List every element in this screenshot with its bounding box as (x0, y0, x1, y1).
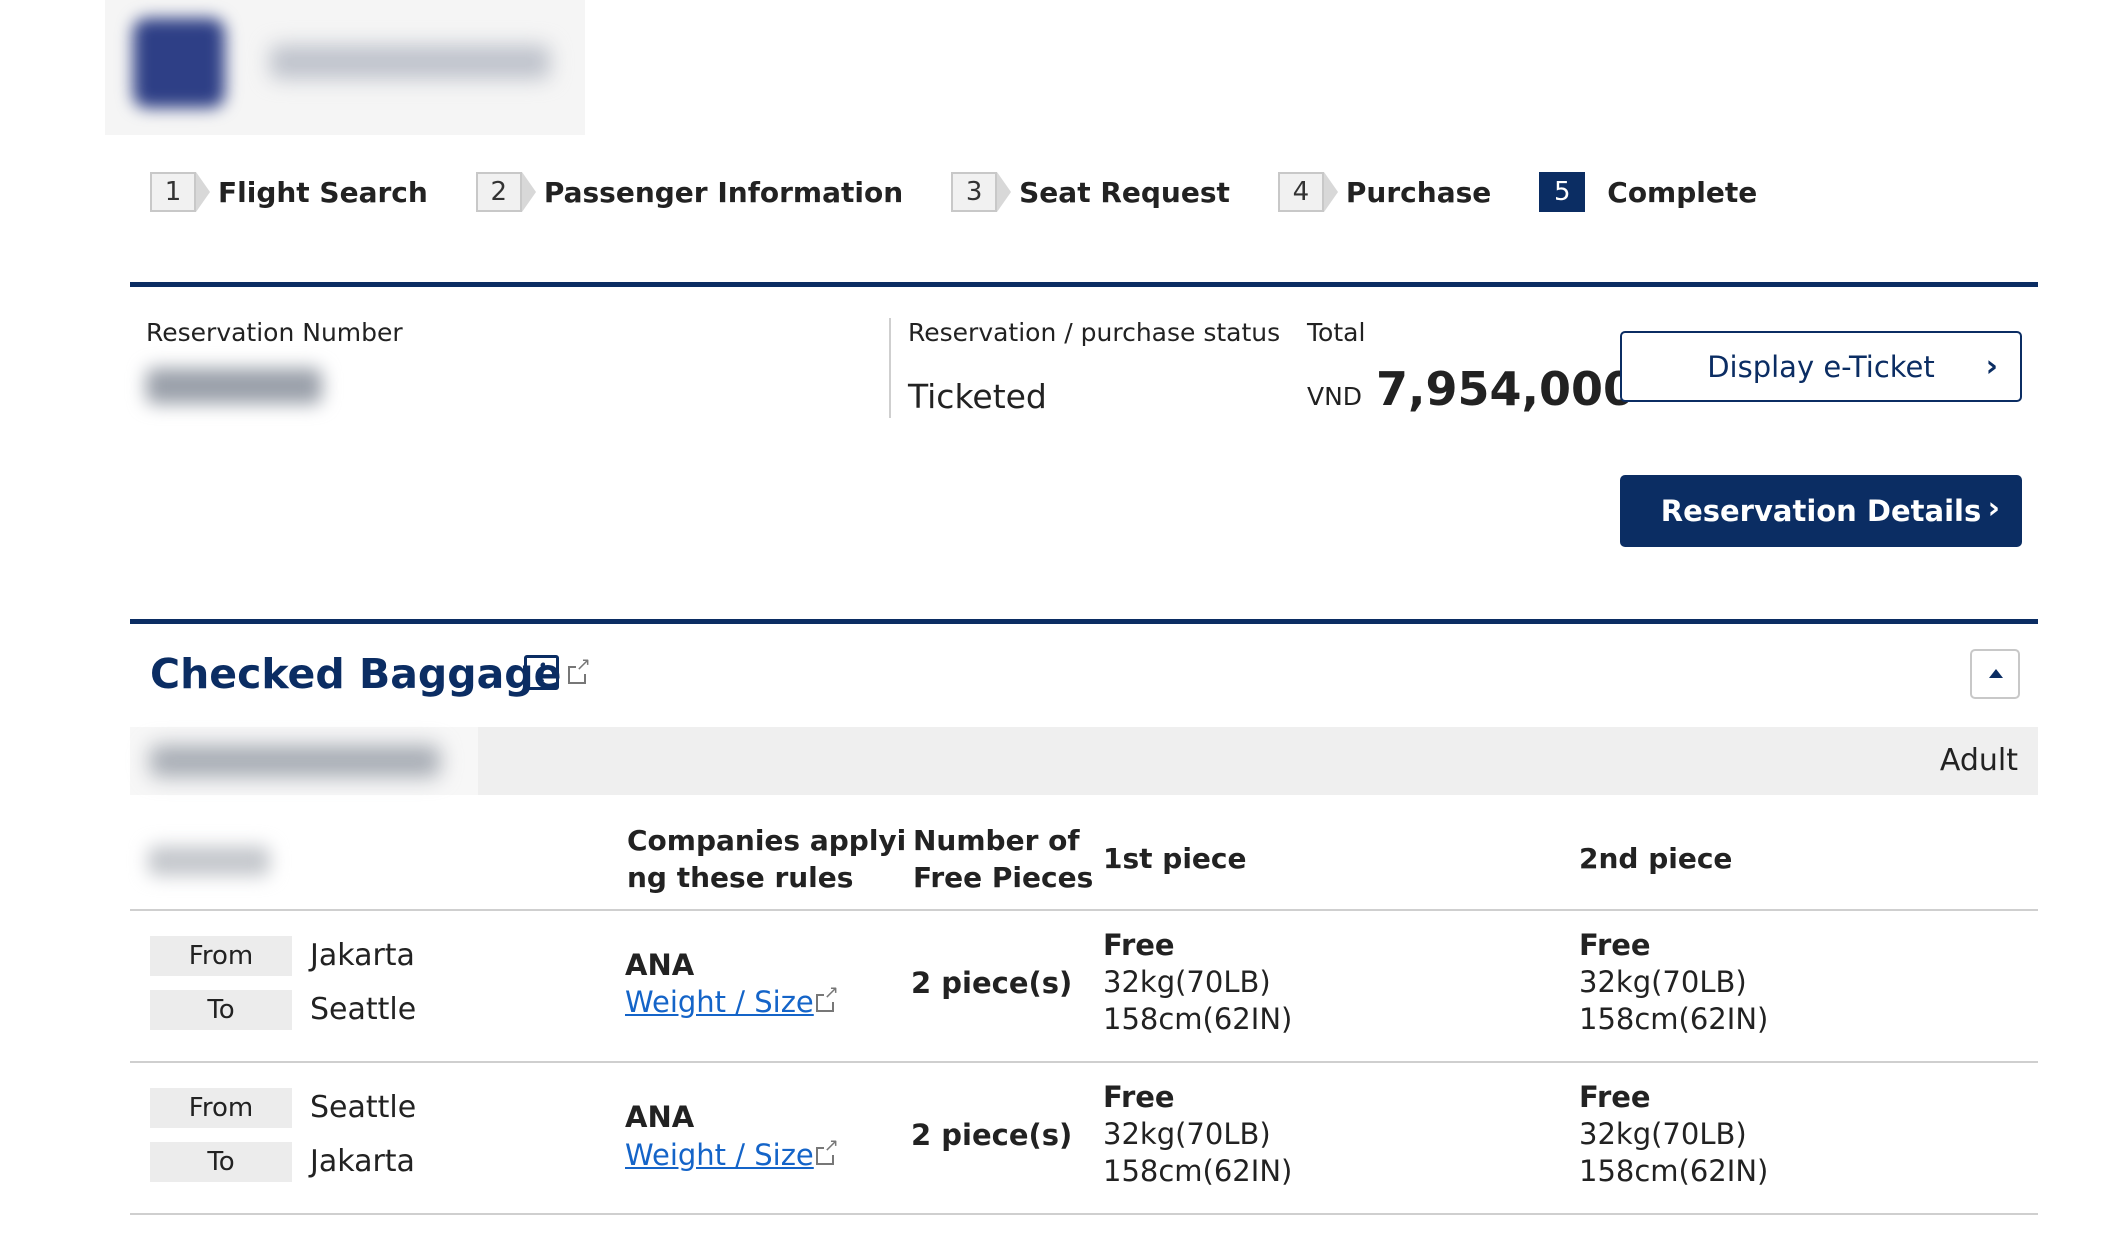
checked-baggage-title: Checked Baggage (150, 650, 562, 698)
second-piece-allowance: Free 32kg(70LB) 158cm(62IN) (1579, 927, 1768, 1038)
passenger-type: Adult (1939, 743, 2018, 778)
size-text: 158cm(62IN) (1579, 1154, 1769, 1188)
step-label: Complete (1607, 175, 1758, 209)
carrier-name: ANA (625, 1100, 695, 1134)
step-seat-request: 3 Seat Request (951, 172, 1230, 212)
step-passenger-information: 2 Passenger Information (475, 172, 904, 212)
header-free-pieces: Number of Free Pieces (913, 822, 1093, 896)
second-piece-allowance: Free 32kg(70LB) 158cm(62IN) (1579, 1079, 1768, 1190)
row-divider (130, 1061, 2038, 1063)
step-flight-search: 1 Flight Search (150, 172, 428, 212)
logo-text-blurred (270, 45, 550, 79)
weight-text: 32kg(70LB) (1579, 1117, 1747, 1151)
step-number: 1 (150, 172, 210, 212)
origin-city: Jakarta (310, 938, 415, 973)
section-divider (130, 282, 2038, 287)
step-number: 3 (951, 172, 1012, 212)
booking-steps: 1 Flight Search 2 Passenger Information … (150, 170, 1805, 214)
step-label: Flight Search (218, 175, 428, 209)
info-icon[interactable]: i (524, 655, 559, 690)
destination-city: Seattle (310, 992, 417, 1027)
chevron-right-icon: › (1985, 349, 1998, 384)
fee-text: Free (1579, 928, 1651, 962)
external-link-icon[interactable] (816, 984, 840, 1012)
step-label: Purchase (1345, 175, 1492, 209)
reservation-number-label: Reservation Number (146, 318, 403, 347)
passenger-name-blurred (150, 745, 440, 777)
reservation-number-blurred (146, 368, 322, 404)
display-eticket-button[interactable]: Display e-Ticket › (1620, 331, 2022, 402)
fee-text: Free (1103, 928, 1175, 962)
airline-logo[interactable] (105, 0, 585, 135)
step-label: Seat Request (1019, 175, 1230, 209)
free-pieces-count: 2 piece(s) (911, 966, 1073, 1000)
from-tag: From (150, 1088, 292, 1128)
step-number: 4 (1277, 172, 1338, 212)
weight-text: 32kg(70LB) (1103, 1117, 1271, 1151)
header-line: Free Pieces (913, 861, 1094, 894)
reservation-details-button[interactable]: Reservation Details › (1620, 475, 2022, 547)
size-text: 158cm(62IN) (1579, 1002, 1769, 1036)
header-line: Companies applyi (627, 824, 907, 857)
fee-text: Free (1579, 1080, 1651, 1114)
size-text: 158cm(62IN) (1103, 1002, 1293, 1036)
button-label: Reservation Details (1660, 494, 1982, 528)
column-divider (889, 318, 891, 418)
step-label: Passenger Information (543, 175, 904, 209)
total-amount: 7,954,000 (1376, 362, 1635, 416)
to-tag: To (150, 1142, 292, 1182)
step-purchase: 4 Purchase (1277, 172, 1492, 212)
header-first-piece: 1st piece (1103, 842, 1247, 875)
status-value: Ticketed (908, 377, 1047, 416)
to-tag: To (150, 990, 292, 1030)
external-link-icon[interactable] (816, 1137, 840, 1165)
origin-city: Seattle (310, 1090, 417, 1125)
from-tag: From (150, 936, 292, 976)
first-piece-allowance: Free 32kg(70LB) 158cm(62IN) (1103, 1079, 1292, 1190)
header-divider (130, 909, 2038, 911)
free-pieces-count: 2 piece(s) (911, 1118, 1073, 1152)
collapse-section-button[interactable] (1970, 649, 2020, 699)
total-label: Total (1307, 318, 1366, 347)
fee-text: Free (1103, 1080, 1175, 1114)
weight-text: 32kg(70LB) (1103, 965, 1271, 999)
section-divider (130, 619, 2038, 624)
chevron-right-icon: › (1987, 491, 2000, 526)
step-number-active: 5 (1539, 172, 1586, 212)
header-line: ng these rules (627, 861, 854, 894)
passenger-name-cell (130, 727, 478, 795)
weight-text: 32kg(70LB) (1579, 965, 1747, 999)
header-line: Number of (913, 824, 1080, 857)
passenger-bar: Adult (130, 727, 2038, 795)
weight-size-link[interactable]: Weight / Size (625, 985, 814, 1019)
header-companies: Companies applyi ng these rules (627, 822, 906, 896)
header-second-piece: 2nd piece (1579, 842, 1733, 875)
button-label: Display e-Ticket (1707, 349, 1935, 384)
external-link-icon[interactable] (568, 656, 592, 684)
step-number: 2 (475, 172, 536, 212)
status-label: Reservation / purchase status (908, 318, 1281, 347)
first-piece-allowance: Free 32kg(70LB) 158cm(62IN) (1103, 927, 1292, 1038)
size-text: 158cm(62IN) (1103, 1154, 1293, 1188)
weight-size-link[interactable]: Weight / Size (625, 1138, 814, 1172)
step-complete: 5 Complete (1539, 172, 1757, 212)
logo-mark-blurred (133, 18, 225, 108)
carrier-name: ANA (625, 948, 695, 982)
row-divider (130, 1213, 2038, 1215)
itinerary-header-blurred (148, 846, 270, 876)
destination-city: Jakarta (310, 1144, 415, 1179)
total-currency: VND (1307, 382, 1363, 411)
